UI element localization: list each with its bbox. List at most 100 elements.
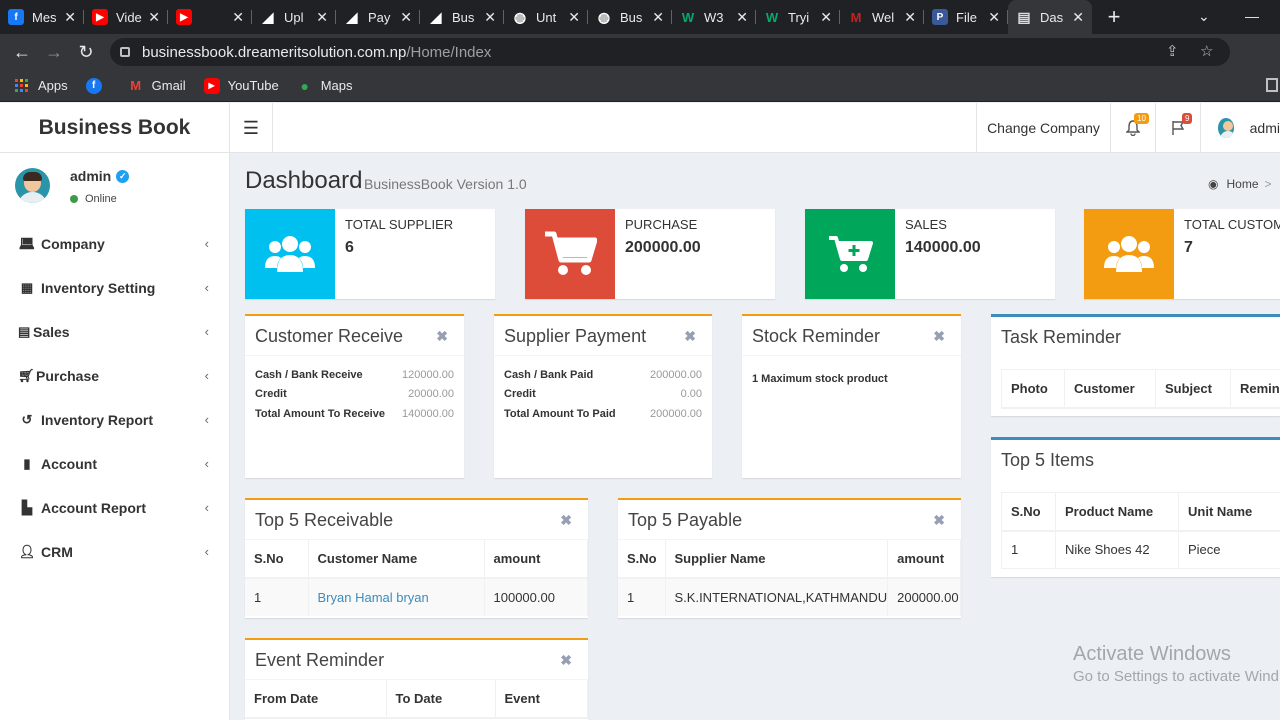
- new-tab-button[interactable]: +: [1102, 4, 1126, 30]
- close-tab-icon[interactable]: ✕: [904, 9, 916, 26]
- close-tab-icon[interactable]: ✕: [232, 9, 244, 26]
- bookmark-youtube[interactable]: ▶ YouTube: [203, 77, 279, 94]
- sidebar-item-account[interactable]: ▮ Account ‹: [0, 442, 229, 486]
- browser-tab[interactable]: ▤ Das ✕: [1008, 0, 1092, 34]
- page-icon: ▤: [1017, 8, 1031, 25]
- avatar: [1218, 118, 1234, 138]
- close-tab-icon[interactable]: ✕: [148, 9, 160, 26]
- info-box-purchase[interactable]: PURCHASE 200000.00: [525, 209, 775, 299]
- customer-receive-box: Customer Receive ✖ Cash / Bank Receive 120…: [245, 314, 464, 478]
- browser-tab[interactable]: ◢ Pay ✕: [336, 0, 420, 34]
- notifications-button[interactable]: 10: [1110, 103, 1155, 153]
- bookmarks-bar: Apps f M Gmail ▶ YouTube ● Maps: [0, 70, 1280, 102]
- close-tab-icon[interactable]: ✕: [736, 9, 748, 26]
- flags-button[interactable]: 9: [1155, 103, 1200, 153]
- browser-tab[interactable]: ▶ Vide ✕: [84, 0, 168, 34]
- sidebar-item-account-report[interactable]: ▙ Account Report ‹: [0, 486, 229, 530]
- w3schools-icon: W: [681, 9, 695, 25]
- close-icon[interactable]: ✖: [933, 512, 945, 529]
- browser-tab[interactable]: ◢ Upl ✕: [252, 0, 336, 34]
- close-tab-icon[interactable]: ✕: [316, 9, 328, 26]
- w3schools-icon: W: [765, 9, 779, 25]
- doc-icon: ◢: [262, 8, 274, 25]
- browser-tab[interactable]: M Wel ✕: [840, 0, 924, 34]
- browser-tab[interactable]: ▶ ✕: [168, 0, 252, 34]
- bookmark-star-icon[interactable]: ☆: [1200, 42, 1213, 60]
- breadcrumb-home[interactable]: Home: [1226, 177, 1258, 191]
- list-item: Total Amount To Paid 200000.00: [504, 407, 702, 420]
- close-tab-icon[interactable]: ✕: [484, 9, 496, 26]
- bookmark-facebook[interactable]: f: [85, 77, 110, 94]
- sidebar-item-purchase[interactable]: 🛒︎ Purchase ‹: [0, 354, 229, 398]
- close-icon[interactable]: ✖: [436, 328, 448, 345]
- browser-tab[interactable]: f Mes ✕: [0, 0, 84, 34]
- app-logo[interactable]: Business Book: [0, 103, 230, 153]
- customer-link[interactable]: Bryan Hamal bryan: [318, 590, 429, 605]
- bookmark-apps[interactable]: Apps: [14, 78, 68, 94]
- browser-tab[interactable]: ◍ Unt ✕: [504, 0, 588, 34]
- list-item: Credit 20000.00: [255, 388, 454, 401]
- top-navbar: ☰ Change Company 10 9 admi: [230, 103, 1280, 153]
- content-area: Dashboard BusinessBook Version 1.0 ◉ Hom…: [230, 153, 1280, 720]
- close-icon[interactable]: ✖: [933, 328, 945, 345]
- change-company-button[interactable]: Change Company: [976, 103, 1110, 153]
- close-tab-icon[interactable]: ✕: [1072, 9, 1084, 26]
- close-tab-icon[interactable]: ✕: [820, 9, 832, 26]
- back-icon[interactable]: ←: [6, 42, 38, 63]
- user-name: admin ✓: [70, 168, 130, 184]
- close-tab-icon[interactable]: ✕: [64, 9, 76, 26]
- sidebar-item-inventory-report[interactable]: ↺ Inventory Report ‹: [0, 398, 229, 442]
- chevron-left-icon: ‹: [204, 456, 209, 471]
- browser-tab[interactable]: ◍ Bus ✕: [588, 0, 672, 34]
- bookmark-maps[interactable]: ● Maps: [297, 78, 352, 94]
- close-icon[interactable]: ✖: [684, 328, 696, 345]
- info-box-total-supplier[interactable]: TOTAL SUPPLIER 6: [245, 209, 495, 299]
- close-tab-icon[interactable]: ✕: [568, 9, 580, 26]
- browser-tab[interactable]: W Tryi ✕: [756, 0, 840, 34]
- chevron-left-icon: ‹: [204, 544, 209, 559]
- globe-icon: ◍: [597, 8, 611, 25]
- close-icon[interactable]: ✖: [560, 652, 572, 669]
- cart-plus-icon: [805, 209, 895, 299]
- task-reminder-box: Task Reminder Photo Customer Subject Rem…: [991, 314, 1280, 416]
- info-box-sales[interactable]: SALES 140000.00: [805, 209, 1055, 299]
- info-box-label: TOTAL SUPPLIER: [345, 217, 454, 232]
- forward-icon[interactable]: →: [38, 42, 70, 63]
- omnibox[interactable]: businessbook.dreameritsolution.com.np/Ho…: [110, 38, 1230, 66]
- user-menu-button[interactable]: admi: [1200, 103, 1280, 153]
- lock-icon: [120, 47, 130, 57]
- browser-tab-bar: f Mes ✕ ▶ Vide ✕ ▶ ✕ ◢ Upl ✕ ◢ Pay ✕ ◢ Bus ✕ ◍ Unt ✕ ◍ Bus ✕ W W…: [0, 0, 1280, 34]
- breadcrumb: ◉ Home >: [1208, 177, 1272, 191]
- sidebar-item-inventory-setting[interactable]: ▦ Inventory Setting ‹: [0, 266, 229, 310]
- browser-tab[interactable]: ◢ Bus ✕: [420, 0, 504, 34]
- notification-count-badge: 10: [1134, 113, 1149, 124]
- tab-search-icon[interactable]: ⌄: [1198, 8, 1210, 25]
- box-header: Top 5 Payable ✖: [618, 500, 961, 540]
- reload-icon[interactable]: ↻: [70, 42, 102, 63]
- close-tab-icon[interactable]: ✕: [400, 9, 412, 26]
- url-host: businessbook.dreameritsolution.com.np: [142, 43, 407, 61]
- browser-tab[interactable]: P File ✕: [924, 0, 1008, 34]
- close-tab-icon[interactable]: ✕: [652, 9, 664, 26]
- sidebar-item-crm[interactable]: 👤︎ CRM ‹: [0, 530, 229, 574]
- hamburger-menu-icon[interactable]: ☰: [230, 103, 273, 153]
- info-box-label: PURCHASE: [625, 217, 698, 232]
- info-box-total-customers[interactable]: TOTAL CUSTOMERS 7: [1084, 209, 1280, 299]
- windows-activation-watermark: Activate Windows Go to Settings to activ…: [1073, 643, 1279, 685]
- sidebar-item-company[interactable]: 💻︎ Company ‹: [0, 222, 229, 266]
- reading-list-icon[interactable]: [1266, 78, 1278, 92]
- share-icon[interactable]: ⇪: [1166, 42, 1179, 60]
- top-items-box: Top 5 Items S.No Product Name Unit Name 1N…: [991, 437, 1280, 577]
- supplier-payment-box: Supplier Payment ✖ Cash / Bank Paid 200000…: [494, 314, 712, 478]
- bookmark-gmail[interactable]: M Gmail: [128, 78, 185, 94]
- stock-reminder-box: Stock Reminder ✖ 1 Maximum stock product: [742, 314, 961, 478]
- minimize-icon[interactable]: —: [1245, 8, 1259, 24]
- close-tab-icon[interactable]: ✕: [988, 9, 1000, 26]
- chevron-left-icon: ‹: [204, 324, 209, 339]
- box-header: Supplier Payment ✖: [494, 316, 712, 356]
- sidebar-item-sales[interactable]: ▤ Sales ‹: [0, 310, 229, 354]
- table-row: 1 Bryan Hamal bryan 100000.00: [245, 578, 588, 616]
- browser-tab[interactable]: W W3 ✕: [672, 0, 756, 34]
- close-icon[interactable]: ✖: [560, 512, 572, 529]
- page-title: Dashboard: [245, 167, 363, 194]
